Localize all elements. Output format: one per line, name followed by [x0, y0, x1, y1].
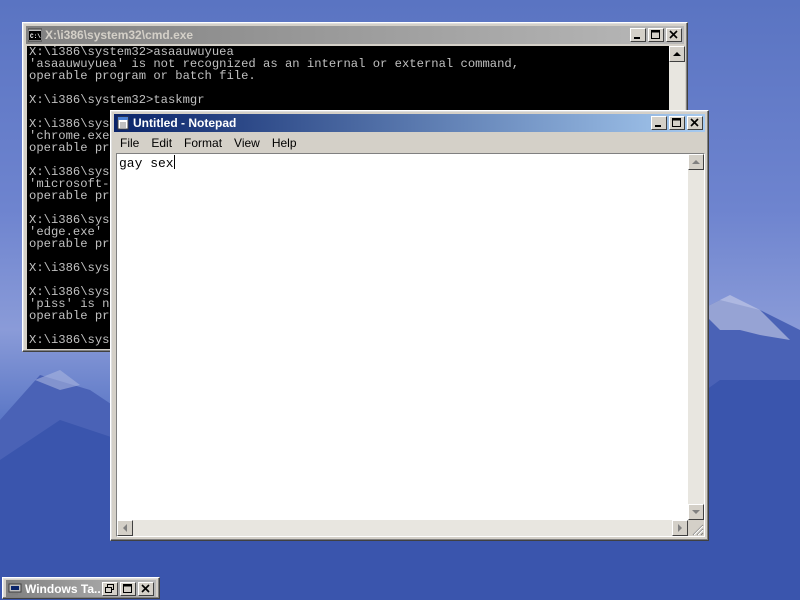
notepad-window[interactable]: Untitled - Notepad File Edit Format View… — [110, 110, 709, 541]
menu-file[interactable]: File — [114, 136, 145, 150]
console-line: operable program or batch file. — [29, 69, 256, 83]
scroll-right-button[interactable] — [672, 520, 688, 536]
text-area[interactable]: gay sex — [119, 155, 686, 518]
menu-help[interactable]: Help — [266, 136, 303, 150]
close-button[interactable] — [687, 116, 703, 130]
size-grip[interactable] — [688, 520, 704, 536]
minimized-titlebar[interactable]: Windows Ta... — [6, 580, 156, 597]
arrow-up-icon — [673, 52, 681, 56]
maximize-icon — [123, 583, 132, 593]
horizontal-scrollbar[interactable] — [117, 520, 688, 536]
text-caret — [173, 155, 175, 169]
notepad-title: Untitled - Notepad — [133, 116, 237, 130]
restore-icon — [105, 583, 114, 593]
minimized-window[interactable]: Windows Ta... — [2, 577, 160, 599]
arrow-left-icon — [123, 524, 127, 532]
svg-text:C:\: C:\ — [30, 33, 41, 40]
maximize-button[interactable] — [669, 116, 685, 130]
minimize-button[interactable] — [651, 116, 667, 130]
cmd-titlebar[interactable]: C:\ X:\i386\system32\cmd.exe — [26, 26, 684, 44]
resize-grip-icon — [692, 524, 704, 536]
minimize-button[interactable] — [630, 28, 646, 42]
notepad-titlebar[interactable]: Untitled - Notepad — [114, 114, 705, 132]
document-text: gay sex — [119, 156, 174, 171]
scroll-up-button[interactable] — [688, 154, 704, 170]
console-icon: C:\ — [28, 28, 42, 42]
vertical-scrollbar[interactable] — [688, 154, 704, 520]
cmd-title: X:\i386\system32\cmd.exe — [45, 28, 194, 42]
close-button[interactable] — [666, 28, 682, 42]
close-button[interactable] — [138, 581, 154, 596]
scroll-up-button[interactable] — [669, 46, 685, 62]
maximize-icon — [651, 30, 660, 39]
maximize-button[interactable] — [120, 581, 136, 596]
menu-format[interactable]: Format — [178, 136, 228, 150]
minimized-title: Windows Ta... — [25, 581, 100, 596]
scroll-left-button[interactable] — [117, 520, 133, 536]
close-icon — [690, 118, 699, 127]
notepad-editor[interactable]: gay sex — [116, 153, 705, 537]
minimize-icon — [634, 37, 640, 39]
restore-button[interactable] — [102, 581, 118, 596]
arrow-up-icon — [692, 160, 700, 164]
scroll-down-button[interactable] — [688, 504, 704, 520]
notepad-icon — [117, 116, 129, 130]
menu-view[interactable]: View — [228, 136, 266, 150]
menu-edit[interactable]: Edit — [145, 136, 178, 150]
computer-icon — [8, 583, 22, 595]
close-icon — [141, 583, 150, 593]
close-icon — [669, 30, 678, 39]
minimize-icon — [655, 125, 661, 127]
console-line: X:\i386\system32>taskmgr — [29, 93, 205, 107]
maximize-button[interactable] — [648, 28, 664, 42]
menu-bar: File Edit Format View Help — [114, 133, 705, 152]
maximize-icon — [672, 118, 681, 127]
arrow-down-icon — [692, 510, 700, 514]
arrow-right-icon — [678, 524, 682, 532]
